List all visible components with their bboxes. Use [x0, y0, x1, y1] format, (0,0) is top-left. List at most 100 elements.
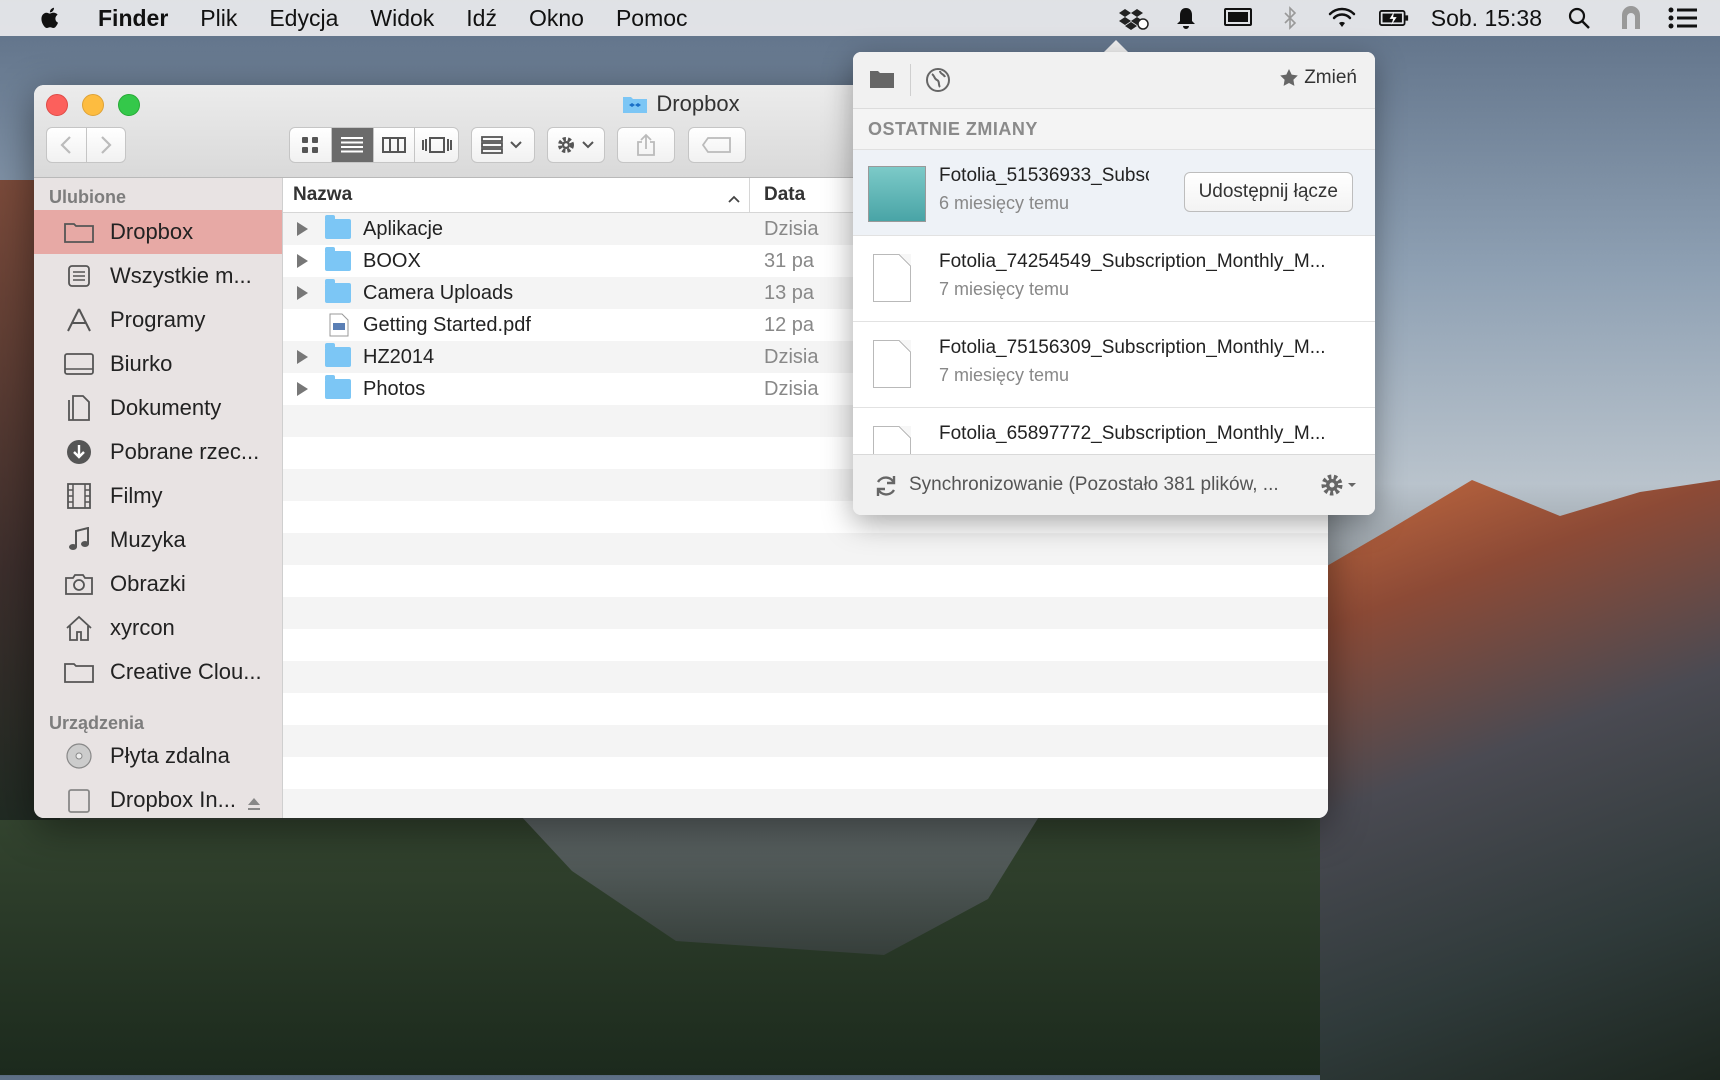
icon-view-button[interactable] — [290, 128, 332, 162]
dropbox-tray-icon[interactable] — [1118, 6, 1149, 30]
row-date: 13 pa — [764, 281, 815, 304]
menu-bar: Finder Plik Edycja Widok Idź Okno Pomoc … — [0, 0, 1720, 36]
disc-icon — [62, 743, 96, 769]
tag-toolbar-button[interactable] — [688, 127, 746, 163]
column-header-date[interactable]: Data — [764, 184, 805, 206]
empty-row — [283, 661, 1328, 693]
menu-plik[interactable]: Plik — [200, 5, 237, 32]
menu-pomoc[interactable]: Pomoc — [616, 5, 688, 32]
apple-icon[interactable] — [34, 6, 68, 30]
menu-app-finder[interactable]: Finder — [98, 5, 168, 32]
sidebar-item-label: Pobrane rzec... — [110, 439, 260, 464]
sidebar-item-home[interactable]: xyrcon — [34, 606, 282, 650]
document-icon — [873, 254, 911, 302]
row-date: Dzisia — [764, 345, 819, 368]
list-view-button[interactable] — [331, 128, 374, 162]
sidebar-item-all-files[interactable]: Wszystkie m... — [34, 254, 282, 298]
menubar-clock[interactable]: Sob. 15:38 — [1431, 5, 1542, 32]
sidebar-item-creative-cloud[interactable]: Creative Clou... — [34, 650, 282, 694]
tag-icon — [702, 137, 731, 153]
sidebar-item-dropbox-installer[interactable]: Dropbox In... — [34, 778, 282, 818]
folder-icon — [62, 219, 96, 245]
disk-icon — [62, 787, 96, 813]
sidebar-item-movies[interactable]: Filmy — [34, 474, 282, 518]
sidebar-item-desktop[interactable]: Biurko — [34, 342, 282, 386]
share-link-button[interactable]: Udostępnij łącze — [1183, 172, 1353, 212]
disclosure-triangle-icon[interactable] — [297, 350, 308, 364]
row-name: Photos — [363, 377, 426, 400]
image-thumbnail-icon — [868, 166, 926, 222]
sidebar-item-downloads[interactable]: Pobrane rzec... — [34, 430, 282, 474]
notification-bell-icon[interactable] — [1171, 6, 1201, 30]
disclosure-triangle-icon[interactable] — [297, 254, 308, 268]
battery-charging-icon[interactable] — [1378, 6, 1409, 30]
share-icon — [637, 133, 655, 156]
share-toolbar-button[interactable] — [617, 127, 675, 163]
menu-idz[interactable]: Idź — [466, 5, 497, 32]
globe-icon[interactable] — [925, 67, 951, 98]
sidebar-item-pictures[interactable]: Obrazki — [34, 562, 282, 606]
upgrade-button[interactable]: Zmień — [1279, 67, 1357, 89]
disclosure-triangle-icon[interactable] — [297, 222, 308, 236]
pdf-file-icon — [329, 313, 349, 343]
sidebar-item-label: Programy — [110, 307, 206, 332]
empty-row — [283, 725, 1328, 757]
sync-status-text: Synchronizowanie (Pozostało 381 plików, … — [909, 474, 1279, 495]
recent-changes-header: OSTATNIE ZMIANY — [853, 109, 1375, 150]
empty-row — [283, 533, 1328, 565]
eject-icon[interactable] — [246, 792, 262, 818]
empty-row — [283, 597, 1328, 629]
finder-sidebar: Ulubione Dropbox Wszystkie m... Programy… — [34, 178, 283, 818]
menu-widok[interactable]: Widok — [370, 5, 434, 32]
sidebar-item-applications[interactable]: Programy — [34, 298, 282, 342]
row-date: 12 pa — [764, 313, 815, 336]
spotlight-search-icon[interactable] — [1564, 6, 1594, 30]
disclosure-triangle-icon[interactable] — [297, 382, 308, 396]
recent-file-item[interactable]: Fotolia_75156309_Subscription_Monthly_M.… — [853, 322, 1375, 408]
menu-okno[interactable]: Okno — [529, 5, 584, 32]
display-mirroring-icon[interactable] — [1223, 6, 1253, 30]
sidebar-item-remote-disc[interactable]: Płyta zdalna — [34, 734, 282, 778]
folder-icon — [325, 375, 351, 399]
sidebar-item-label: Filmy — [110, 483, 163, 508]
folder-icon — [325, 343, 351, 367]
sidebar-item-label: Creative Clou... — [110, 659, 262, 684]
folder-icon — [62, 659, 96, 685]
popover-header: Zmień — [853, 52, 1375, 109]
row-date: Dzisia — [764, 377, 819, 400]
back-button[interactable] — [47, 128, 87, 162]
cover-flow-view-button[interactable] — [415, 128, 458, 162]
settings-gear-icon[interactable] — [1319, 471, 1359, 504]
recent-file-item[interactable]: Fotolia_74254549_Subscription_Monthly_M.… — [853, 236, 1375, 322]
disclosure-triangle-icon[interactable] — [297, 286, 308, 300]
sidebar-item-music[interactable]: Muzyka — [34, 518, 282, 562]
open-dropbox-folder-icon[interactable] — [869, 68, 895, 95]
empty-row — [283, 565, 1328, 597]
sidebar-item-dropbox[interactable]: Dropbox — [34, 210, 282, 254]
notification-center-icon[interactable] — [1668, 6, 1698, 30]
sidebar-item-label: Obrazki — [110, 571, 186, 596]
menu-edycja[interactable]: Edycja — [269, 5, 338, 32]
camera-icon — [62, 571, 96, 597]
recent-file-name: Fotolia_75156309_Subscription_Monthly_M.… — [939, 337, 1326, 358]
folder-icon — [325, 247, 351, 271]
column-view-button[interactable] — [374, 128, 416, 162]
recent-file-name: Fotolia_65897772_Subscription_Monthly_M.… — [939, 423, 1326, 444]
recent-file-name: Fotolia_51536933_Subsc — [939, 165, 1149, 186]
wifi-icon[interactable] — [1327, 6, 1357, 30]
column-header-name[interactable]: Nazwa — [293, 184, 352, 206]
desktop-icon — [62, 351, 96, 377]
action-menu-button[interactable] — [547, 127, 605, 163]
sidebar-item-label: Dokumenty — [110, 395, 222, 420]
bluetooth-icon[interactable] — [1275, 6, 1305, 30]
sidebar-header-devices: Urządzenia — [49, 713, 145, 733]
recent-file-item[interactable]: Fotolia_51536933_Subsc 6 miesięcy temu U… — [853, 150, 1375, 236]
sidebar-item-documents[interactable]: Dokumenty — [34, 386, 282, 430]
nav-back-forward — [46, 127, 126, 163]
forward-button[interactable] — [87, 128, 126, 162]
arrange-icon — [481, 136, 522, 154]
user-account-icon[interactable] — [1616, 6, 1646, 30]
documents-icon — [62, 395, 96, 421]
arrange-button[interactable] — [471, 127, 535, 163]
star-icon — [1280, 69, 1299, 86]
